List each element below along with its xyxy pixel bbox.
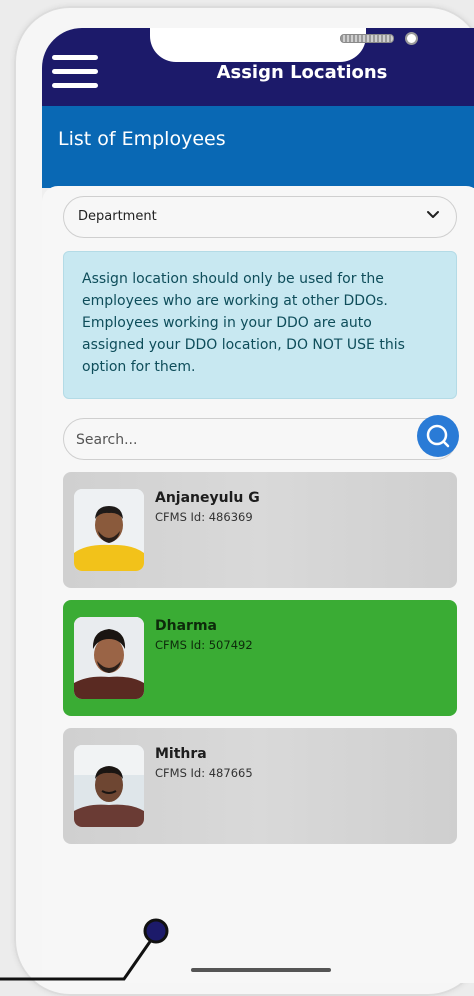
annotation-pointer bbox=[0, 918, 169, 981]
